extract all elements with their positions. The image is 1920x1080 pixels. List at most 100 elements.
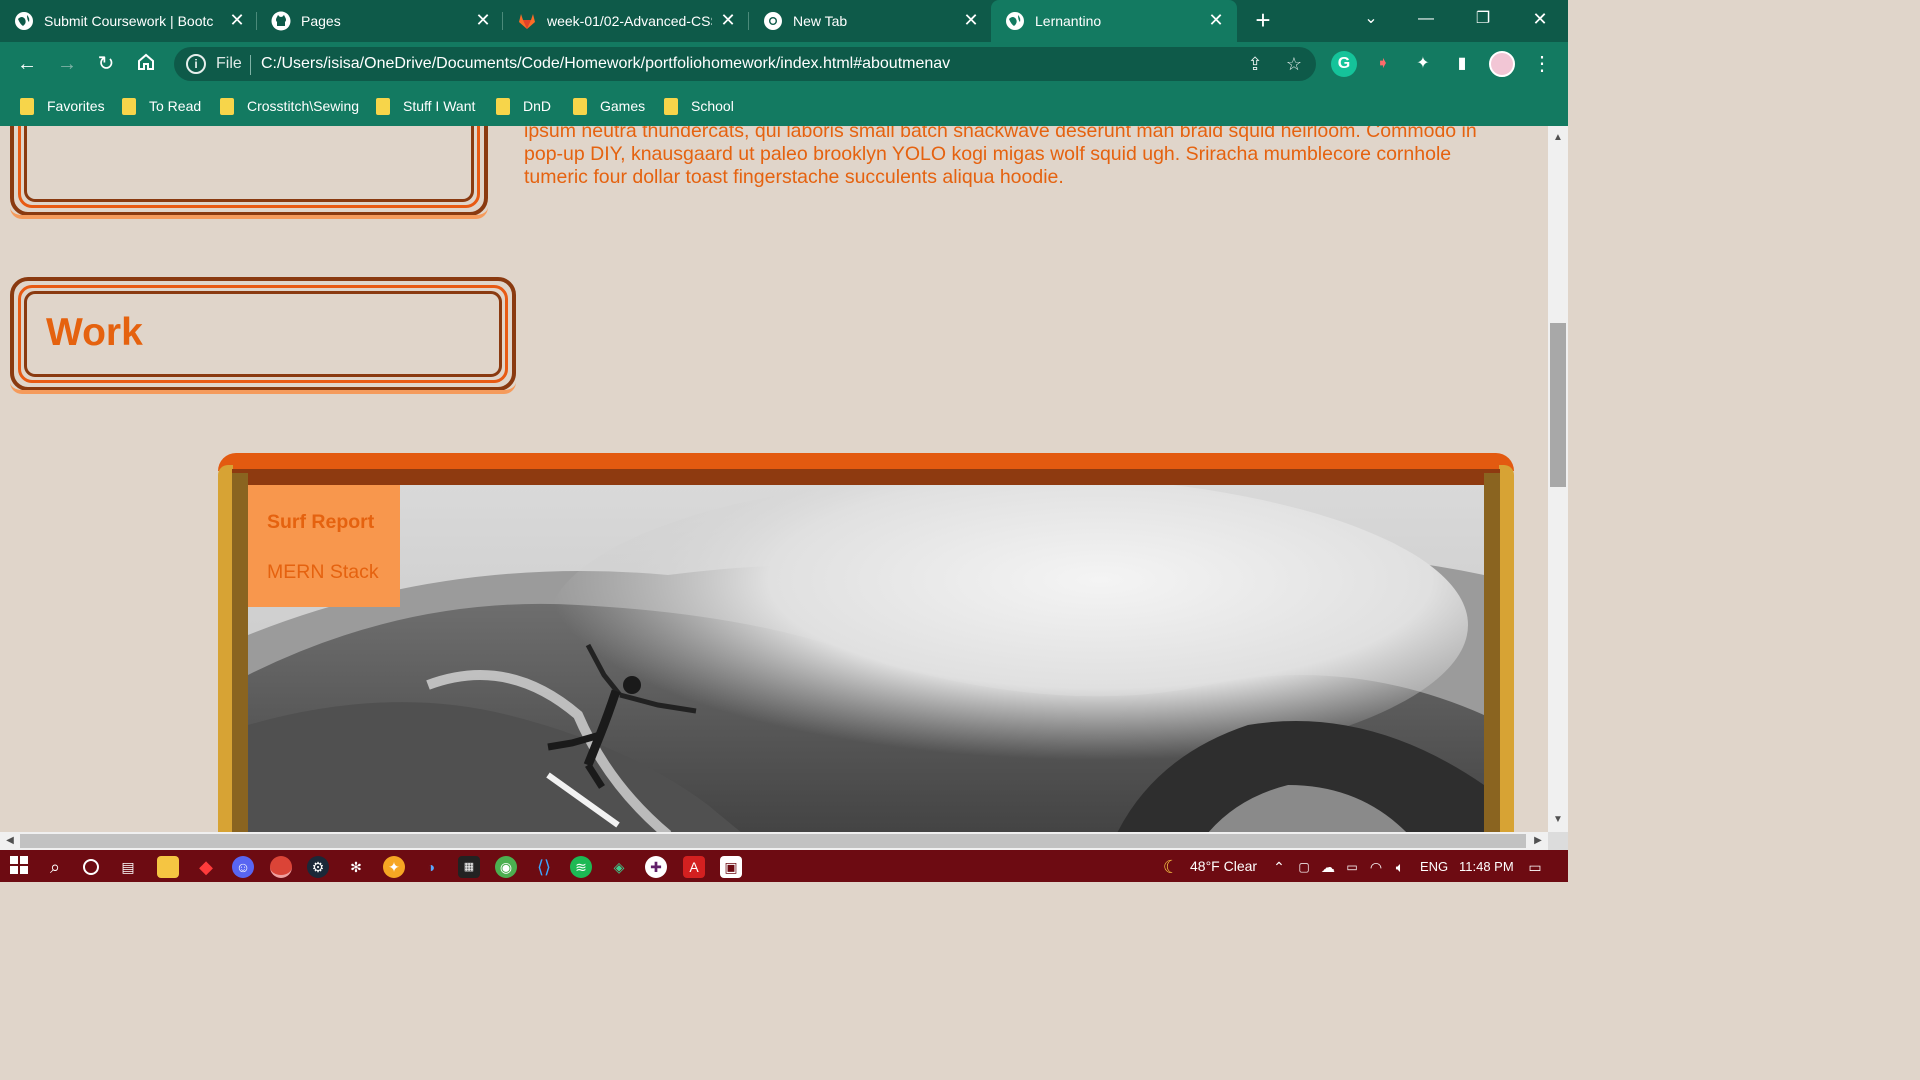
close-window-button[interactable]: ✕ bbox=[1525, 8, 1555, 32]
kebab-menu-icon[interactable]: ⋮ bbox=[1529, 51, 1555, 77]
project-menu: Surf Report MERN Stack bbox=[248, 485, 400, 607]
acrobat-icon[interactable]: A bbox=[683, 856, 705, 878]
globe-icon bbox=[1006, 12, 1024, 30]
close-tab-icon[interactable]: ✕ bbox=[718, 10, 738, 30]
bookmark-star-icon[interactable]: ☆ bbox=[1283, 54, 1305, 76]
language-indicator[interactable]: ENG bbox=[1420, 859, 1448, 874]
tab-title: Lernantino bbox=[1035, 13, 1102, 29]
folder-icon bbox=[664, 97, 678, 115]
windows-start-icon[interactable] bbox=[8, 856, 30, 878]
new-tab-button[interactable]: + bbox=[1251, 7, 1275, 33]
close-tab-icon[interactable]: ✕ bbox=[1206, 10, 1226, 30]
scroll-thumb[interactable] bbox=[1550, 323, 1566, 487]
project-card: Surf Report MERN Stack bbox=[218, 453, 1514, 832]
side-panel-icon[interactable]: ▮ bbox=[1449, 51, 1475, 77]
scroll-right-icon[interactable]: ▶ bbox=[1532, 835, 1544, 847]
app-green-icon[interactable]: ◉ bbox=[495, 856, 517, 878]
restore-button[interactable]: ❐ bbox=[1468, 8, 1498, 32]
minimize-button[interactable]: — bbox=[1411, 8, 1441, 32]
cortana-icon[interactable] bbox=[80, 856, 102, 878]
app-orange-icon[interactable]: ✦ bbox=[383, 856, 405, 878]
chrome-taskbar-icon[interactable] bbox=[270, 856, 292, 878]
bookmark-label: Stuff I Want bbox=[403, 98, 476, 114]
chrome-icon bbox=[764, 12, 782, 30]
bookmark-dnd[interactable]: DnD bbox=[496, 95, 551, 117]
scrollbar-corner bbox=[1548, 832, 1568, 850]
mern-stack-link[interactable]: MERN Stack bbox=[267, 561, 379, 584]
tab-pages[interactable]: Pages ✕ bbox=[257, 0, 502, 42]
tab-week01-advanced-css[interactable]: week-01/02-Advanced-CSS ✕ bbox=[503, 0, 748, 42]
scroll-up-icon[interactable]: ▲ bbox=[1552, 132, 1564, 144]
chevron-up-icon[interactable]: ⌃ bbox=[1268, 856, 1290, 878]
surfer-wave-image[interactable] bbox=[248, 485, 1484, 832]
url-text[interactable]: C:/Users/isisa/OneDrive/Documents/Code/H… bbox=[261, 55, 950, 73]
home-icon[interactable] bbox=[133, 52, 159, 78]
bookmark-games[interactable]: Games bbox=[573, 95, 645, 117]
folder-icon bbox=[122, 97, 136, 115]
gitkraken-icon[interactable]: ◈ bbox=[608, 856, 630, 878]
frame-decoration bbox=[10, 207, 488, 219]
app-white-icon[interactable]: ▣ bbox=[720, 856, 742, 878]
vertical-scrollbar[interactable]: ▲ ▼ bbox=[1548, 126, 1568, 832]
share-icon[interactable]: ⇪ bbox=[1244, 54, 1266, 76]
clock[interactable]: 11:48 PM bbox=[1459, 859, 1514, 874]
slack-icon[interactable]: ✚ bbox=[645, 856, 667, 878]
bookmark-crosstitch-sewing[interactable]: Crosstitch\Sewing bbox=[220, 95, 359, 117]
wifi-icon[interactable]: ◠ bbox=[1365, 856, 1387, 878]
bookmark-favorites[interactable]: Favorites bbox=[20, 95, 105, 117]
battery-icon[interactable]: ▭ bbox=[1341, 856, 1363, 878]
app-figure-icon[interactable]: ✻ bbox=[345, 856, 367, 878]
scroll-left-icon[interactable]: ◀ bbox=[4, 835, 16, 847]
app-red-diamond-icon[interactable]: ◆ bbox=[195, 856, 217, 878]
close-tab-icon[interactable]: ✕ bbox=[961, 10, 981, 30]
profile-avatar[interactable] bbox=[1489, 51, 1515, 77]
horizontal-scrollbar[interactable]: ◀ ▶ bbox=[0, 832, 1548, 850]
bookmark-school[interactable]: School bbox=[664, 95, 734, 117]
surfer-wave-illustration bbox=[248, 485, 1484, 832]
file-explorer-icon[interactable] bbox=[157, 856, 179, 878]
moon-weather-icon[interactable]: ☾ bbox=[1160, 856, 1182, 878]
reload-icon[interactable]: ↻ bbox=[93, 52, 119, 78]
vscode-icon[interactable]: ⟨⟩ bbox=[533, 856, 555, 878]
search-icon[interactable]: ⌕ bbox=[44, 856, 66, 878]
folder-icon bbox=[496, 97, 510, 115]
onedrive-cloud-icon[interactable]: ☁ bbox=[1317, 856, 1339, 878]
tab-lernantino[interactable]: Lernantino ✕ bbox=[991, 0, 1237, 42]
info-icon[interactable]: i bbox=[186, 54, 206, 74]
tab-new-tab[interactable]: New Tab ✕ bbox=[749, 0, 990, 42]
close-tab-icon[interactable]: ✕ bbox=[473, 10, 493, 30]
video-extension-icon[interactable]: ➧ bbox=[1370, 51, 1396, 77]
tray-app-icon[interactable]: ▢ bbox=[1293, 856, 1315, 878]
back-arrow-icon[interactable]: ← bbox=[14, 52, 40, 78]
card-frame bbox=[218, 465, 233, 832]
card-frame bbox=[232, 469, 1500, 485]
card-frame bbox=[232, 473, 248, 832]
tab-search-chevron-icon[interactable]: ⌄ bbox=[1356, 8, 1386, 32]
scroll-thumb[interactable] bbox=[20, 834, 1526, 848]
grammarly-icon[interactable]: G bbox=[1331, 51, 1357, 77]
discord-icon[interactable]: ☺ bbox=[232, 856, 254, 878]
notification-icon[interactable]: ▭ bbox=[1524, 856, 1546, 878]
extensions-puzzle-icon[interactable]: ✦ bbox=[1410, 51, 1436, 77]
close-tab-icon[interactable]: ✕ bbox=[227, 10, 247, 30]
folder-icon bbox=[20, 97, 34, 115]
card-frame bbox=[1484, 473, 1500, 832]
address-bar[interactable]: i File C:/Users/isisa/OneDrive/Documents… bbox=[174, 47, 1316, 81]
spotify-icon[interactable]: ≋ bbox=[570, 856, 592, 878]
volume-icon[interactable]: 🔈︎ bbox=[1389, 856, 1411, 878]
bookmark-to-read[interactable]: To Read bbox=[122, 95, 201, 117]
forward-arrow-icon[interactable]: → bbox=[54, 52, 80, 78]
app-blue-icon[interactable]: ◑ bbox=[420, 856, 442, 878]
surf-report-link[interactable]: Surf Report bbox=[267, 511, 374, 534]
bookmark-stuff-i-want[interactable]: Stuff I Want bbox=[376, 95, 475, 117]
task-view-icon[interactable]: ▤ bbox=[117, 856, 139, 878]
weather-text[interactable]: 48°F Clear bbox=[1190, 858, 1257, 874]
tab-title: Submit Coursework | Bootc bbox=[44, 13, 214, 29]
tab-submit-coursework[interactable]: Submit Coursework | Bootc ✕ bbox=[0, 0, 256, 42]
steam-icon[interactable]: ⚙ bbox=[307, 856, 329, 878]
calculator-icon[interactable]: ▦ bbox=[458, 856, 480, 878]
bookmark-label: DnD bbox=[523, 98, 552, 114]
scroll-down-icon[interactable]: ▼ bbox=[1552, 814, 1564, 826]
bookmark-label: School bbox=[691, 98, 734, 114]
about-box bbox=[10, 126, 488, 219]
